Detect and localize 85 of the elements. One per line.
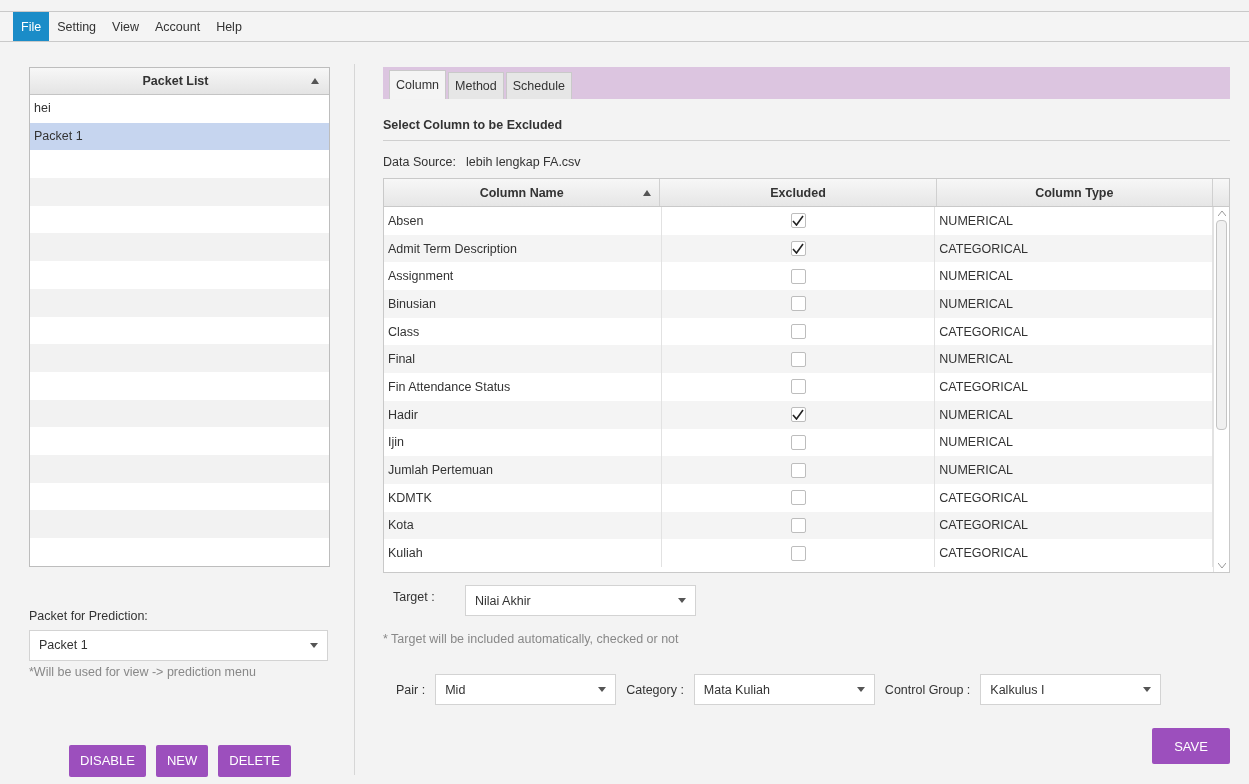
table-cell: NUMERICAL [935, 456, 1213, 484]
packet-dropdown[interactable]: Packet 1 [29, 629, 328, 661]
menu-item[interactable]: Account [146, 12, 209, 41]
checkbox[interactable] [790, 490, 806, 506]
table-cell: Kota [384, 511, 662, 540]
tab[interactable]: Column [389, 70, 447, 99]
table-cell: Fin Attendance Status [384, 373, 662, 401]
menu-item[interactable]: Help [208, 12, 250, 41]
table-row[interactable]: KDMTK CATEGORICAL [384, 483, 1213, 512]
menu-item[interactable]: Setting [49, 12, 105, 41]
filter-dropdown[interactable]: Kalkulus I [980, 674, 1162, 705]
hint-text: *Will be used for view -> prediction menu [29, 664, 257, 679]
table-row[interactable]: Admit Term Description CATEGORICAL [384, 234, 1213, 263]
table-cell: CATEGORICAL [935, 373, 1213, 401]
file-name: lebih lengkap FA.csv [465, 155, 581, 169]
table-cell: NUMERICAL [935, 290, 1213, 318]
sort-up-icon [311, 78, 319, 84]
field-label: Category : [626, 682, 684, 697]
table-row[interactable]: Final NUMERICAL [384, 345, 1213, 374]
hint-text: * Target will be included automatically, checked or not [383, 632, 680, 646]
table-cell: NUMERICAL [935, 345, 1213, 374]
column-header[interactable]: Excluded [660, 179, 937, 206]
table-cell: CATEGORICAL [935, 539, 1213, 567]
scrollbar[interactable] [1213, 207, 1229, 572]
table-cell: Final [384, 345, 662, 374]
table-row[interactable]: Absen NUMERICAL [384, 207, 1213, 235]
table-cell: Absen [384, 207, 662, 235]
table-cell: Binusian [384, 290, 662, 318]
caret-icon [598, 687, 607, 692]
checkbox[interactable] [790, 351, 806, 367]
checkbox[interactable] [790, 462, 806, 478]
section-title: Select Column to be Excluded [383, 118, 1230, 141]
action-button[interactable]: DISABLE [69, 744, 146, 777]
scroll-up-icon [1217, 211, 1226, 216]
tab[interactable]: Method [448, 72, 504, 99]
table-cell: CATEGORICAL [935, 483, 1213, 512]
checkbox[interactable] [790, 407, 806, 423]
table-cell: Admit Term Description [384, 234, 662, 263]
action-button[interactable]: NEW [155, 744, 209, 777]
table-cell: NUMERICAL [935, 400, 1213, 429]
filter-dropdown[interactable]: Mata Kuliah [693, 674, 875, 705]
checkbox[interactable] [790, 379, 806, 395]
field-label: Pair : [396, 682, 426, 697]
scroll-down-icon [1217, 563, 1226, 568]
checkbox[interactable] [790, 545, 806, 561]
menu-item[interactable]: File [13, 12, 50, 41]
list-item[interactable]: Packet 1 [30, 122, 329, 151]
sort-up-icon [643, 190, 652, 196]
field-label: Target : [393, 589, 436, 604]
table-row[interactable]: Kuliah CATEGORICAL [384, 539, 1213, 567]
checkbox[interactable] [790, 213, 806, 229]
table-cell: CATEGORICAL [935, 234, 1213, 263]
tab[interactable]: Schedule [505, 72, 572, 99]
caret-icon [1143, 687, 1152, 692]
caret-icon [856, 687, 865, 692]
checkbox[interactable] [790, 241, 806, 257]
field-label: Packet for Prediction: [29, 608, 149, 623]
field-label: Control Group : [884, 682, 971, 697]
save-button[interactable]: SAVE [1152, 728, 1230, 764]
table-cell: NUMERICAL [935, 207, 1213, 235]
field-label: Data Source: [383, 155, 456, 169]
checkbox[interactable] [790, 434, 806, 450]
target-dropdown[interactable]: Nilai Akhir [465, 585, 696, 616]
table-cell: Jumlah Pertemuan [384, 456, 662, 484]
table-row[interactable]: Fin Attendance Status CATEGORICAL [384, 373, 1213, 401]
caret-icon [310, 642, 318, 648]
table-cell: Kuliah [384, 539, 662, 567]
filter-dropdown[interactable]: Mid [435, 674, 617, 705]
checkbox[interactable] [790, 296, 806, 312]
menu-item[interactable]: View [104, 12, 147, 41]
table-cell: CATEGORICAL [935, 511, 1213, 540]
checkbox[interactable] [790, 517, 806, 533]
checkbox[interactable] [790, 324, 806, 340]
table-cell: Hadir [384, 400, 662, 429]
column-header[interactable]: Column Type [936, 179, 1213, 206]
table-row[interactable]: Binusian NUMERICAL [384, 290, 1213, 318]
list-header[interactable]: Packet List [30, 68, 329, 95]
table-row[interactable]: Kota CATEGORICAL [384, 511, 1213, 540]
caret-icon [678, 598, 686, 603]
table-row[interactable]: Hadir NUMERICAL [384, 400, 1213, 429]
column-header[interactable]: Column Name [384, 179, 661, 206]
table-row[interactable]: Jumlah Pertemuan NUMERICAL [384, 456, 1213, 484]
checkbox[interactable] [790, 268, 806, 284]
table-cell: KDMTK [384, 483, 662, 512]
action-button[interactable]: DELETE [218, 744, 291, 777]
